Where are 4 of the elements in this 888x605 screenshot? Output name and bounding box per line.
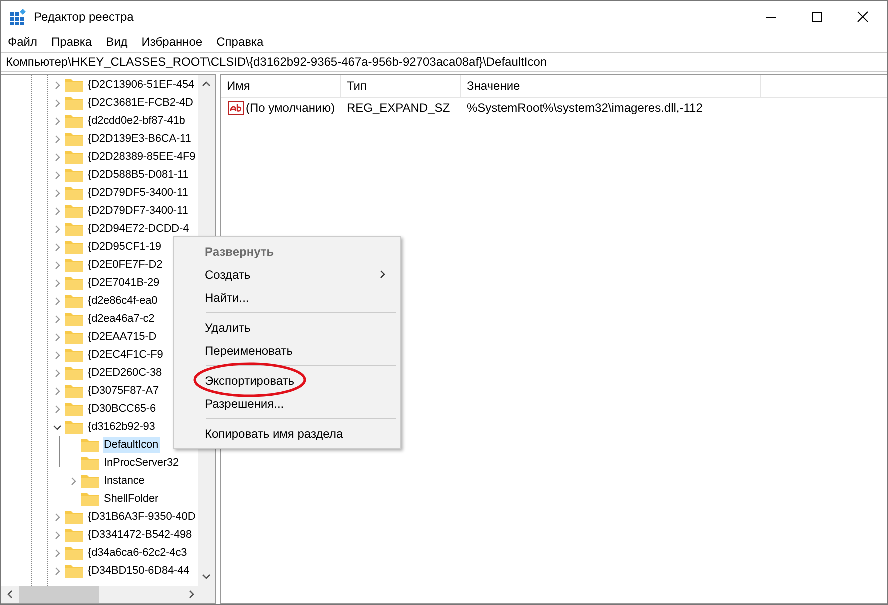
window-title: Редактор реестра [34, 10, 134, 24]
table-cell-text: %SystemRoot%\system32\imageres.dll,-112 [466, 100, 704, 114]
table-cell-text: REG_EXPAND_SZ [346, 100, 452, 114]
table-cell: (По умолчанию) [246, 100, 336, 114]
